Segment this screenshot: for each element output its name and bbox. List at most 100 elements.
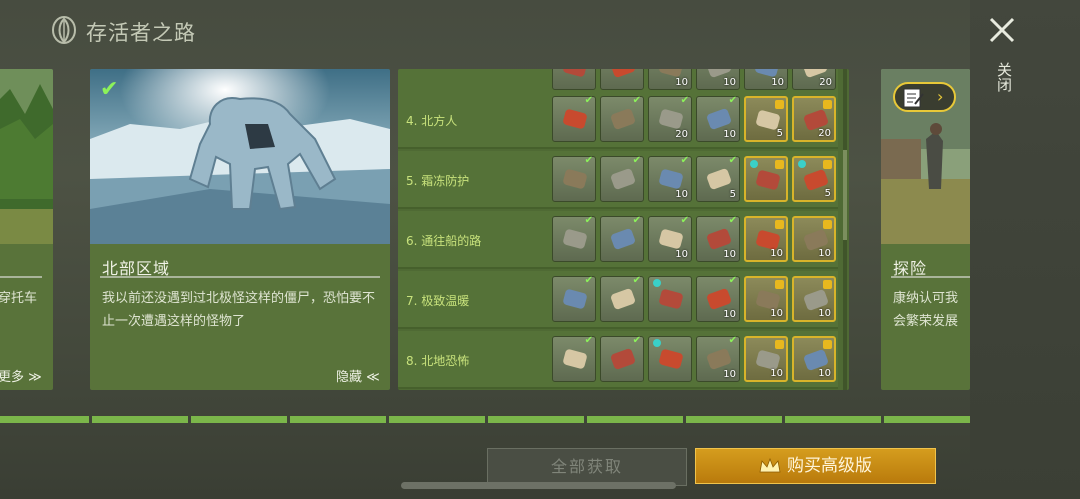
- check-icon: ✔: [584, 275, 593, 286]
- lock-icon: [775, 100, 784, 109]
- reward-row: 8. 北地恐怖 ✔ ✔ ✔ 10 10 10: [398, 331, 838, 389]
- quest-log-button[interactable]: ›: [893, 82, 956, 112]
- close-label[interactable]: 关闭: [995, 62, 1013, 92]
- flare-gun-icon: [611, 108, 635, 130]
- page-title: 存活者之路: [86, 21, 196, 45]
- item-quantity: 10: [771, 77, 784, 88]
- horizontal-scrollbar[interactable]: [401, 482, 676, 489]
- reward-slot[interactable]: ✔: [552, 335, 596, 382]
- check-icon: ✔: [632, 95, 641, 106]
- card-description: 我以前还没遇到过北极怪这样的僵尸，恐怕要不止一次遭遇这样的怪物了: [102, 291, 376, 329]
- lock-icon: [823, 340, 832, 349]
- flare-icon: [659, 289, 683, 309]
- reward-slot[interactable]: ✔: [552, 215, 596, 262]
- reward-slot[interactable]: ✔: [600, 95, 644, 142]
- reward-slot[interactable]: 10: [792, 336, 836, 382]
- check-icon: ✔: [632, 275, 641, 286]
- reward-slot[interactable]: ✔: [552, 155, 596, 202]
- reward-slot[interactable]: ✔: [600, 275, 644, 322]
- check-icon: ✔: [680, 155, 689, 166]
- reward-slot[interactable]: [648, 276, 692, 322]
- check-icon: ✔: [728, 335, 737, 346]
- progress-segment: [785, 416, 881, 423]
- reward-slot[interactable]: [744, 156, 788, 202]
- check-icon: ✔: [680, 215, 689, 226]
- reward-slot[interactable]: ✔: [600, 215, 644, 262]
- armor-vest-icon: [563, 169, 587, 189]
- card-description-line1: 康纳认可我: [893, 291, 959, 306]
- progress-segment: [686, 416, 782, 423]
- check-icon: ✔: [728, 215, 737, 226]
- reward-slot[interactable]: 10: [792, 216, 836, 262]
- item-quantity: 10: [818, 368, 831, 379]
- reward-slot[interactable]: 10: [648, 69, 692, 90]
- reward-slot[interactable]: ✔ 10: [696, 215, 740, 262]
- item-quantity: 10: [818, 248, 831, 259]
- survivor-path-screen: 存活者之路 穿托车 更多 ≫ ✔ 北部区域 我以前还没遇到过北极怪这样的僵尸，恐…: [0, 0, 1080, 499]
- buy-premium-button[interactable]: 购买高级版: [695, 448, 936, 484]
- chapter-card-north[interactable]: ✔ 北部区域 我以前还没遇到过北极怪这样的僵尸，恐怕要不止一次遭遇这样的怪物了 …: [90, 69, 390, 390]
- reward-slot[interactable]: ✔ 10: [648, 215, 692, 262]
- item-quantity: 5: [824, 188, 831, 199]
- hide-toggle[interactable]: 隐藏 ≪: [336, 366, 380, 385]
- buy-premium-label: 购买高级版: [787, 456, 872, 476]
- reward-slot[interactable]: ✔: [600, 155, 644, 202]
- reward-slot[interactable]: 10: [792, 276, 836, 322]
- reward-slot[interactable]: 20: [792, 69, 836, 90]
- card-divider: [100, 276, 380, 278]
- lock-icon: [775, 280, 784, 289]
- reward-slot[interactable]: ✔ 10: [696, 95, 740, 142]
- chapter-card-previous[interactable]: 穿托车 更多 ≫: [0, 69, 53, 390]
- reward-slot[interactable]: 10: [696, 69, 740, 90]
- item-quantity: 5: [776, 128, 783, 139]
- reward-slot[interactable]: [552, 69, 596, 90]
- reward-slot[interactable]: ✔ 10: [648, 155, 692, 202]
- reward-scroll-thumb[interactable]: [843, 150, 847, 240]
- lock-icon: [775, 340, 784, 349]
- reward-slot[interactable]: ✔ 10: [696, 335, 740, 382]
- show-more-toggle[interactable]: 更多 ≫: [0, 366, 42, 385]
- item-quantity: 10: [675, 77, 688, 88]
- item-quantity: 10: [723, 369, 736, 380]
- progress-segment: [884, 416, 970, 423]
- reward-slot[interactable]: 5: [792, 156, 836, 202]
- item-quantity: 20: [819, 77, 832, 88]
- reward-row: 6. 通往船的路 ✔ ✔ ✔ 10 ✔ 10 10 10: [398, 211, 838, 269]
- reward-slot[interactable]: ✔: [600, 335, 644, 382]
- check-icon: ✔: [584, 95, 593, 106]
- check-icon: ✔: [680, 95, 689, 106]
- reward-row: 7. 极致温暖 ✔ ✔ ✔ 10 10 10: [398, 271, 838, 329]
- reward-slot[interactable]: ✔ 10: [696, 275, 740, 322]
- reward-slot[interactable]: ✔: [552, 275, 596, 322]
- chapter-card-expedition[interactable]: › 探险 康纳认可我 会繁荣发展: [881, 69, 970, 390]
- reward-row-label: 6. 通往船的路: [406, 234, 482, 248]
- close-icon[interactable]: [986, 14, 1018, 46]
- progress-segment: [389, 416, 485, 423]
- item-quantity: 10: [818, 308, 831, 319]
- reward-slot[interactable]: 20: [792, 96, 836, 142]
- get-all-button[interactable]: 全部获取: [487, 448, 687, 486]
- item-quantity: 10: [723, 129, 736, 140]
- reward-slot[interactable]: 10: [744, 216, 788, 262]
- reward-slot[interactable]: 10: [744, 336, 788, 382]
- reward-slot[interactable]: ✔: [552, 95, 596, 142]
- reward-slot[interactable]: ✔ 20: [648, 95, 692, 142]
- reward-slot[interactable]: [600, 69, 644, 90]
- reward-slot[interactable]: [648, 336, 692, 382]
- leaf-emblem-icon: [52, 16, 76, 44]
- parts-icon: [611, 69, 635, 78]
- reward-slot[interactable]: 10: [744, 69, 788, 90]
- close-panel: [970, 0, 1080, 499]
- item-quantity: 10: [723, 249, 736, 260]
- progress-segment: [488, 416, 584, 423]
- lock-icon: [823, 280, 832, 289]
- info-icon: [798, 160, 806, 168]
- medkit-icon: [563, 109, 587, 129]
- card-description: 穿托车: [0, 291, 38, 306]
- progress-segment: [290, 416, 386, 423]
- info-icon: [653, 339, 661, 347]
- check-icon: ✔: [728, 275, 737, 286]
- reward-slot[interactable]: ✔ 5: [696, 155, 740, 202]
- reward-slot[interactable]: 5: [744, 96, 788, 142]
- reward-slot[interactable]: 10: [744, 276, 788, 322]
